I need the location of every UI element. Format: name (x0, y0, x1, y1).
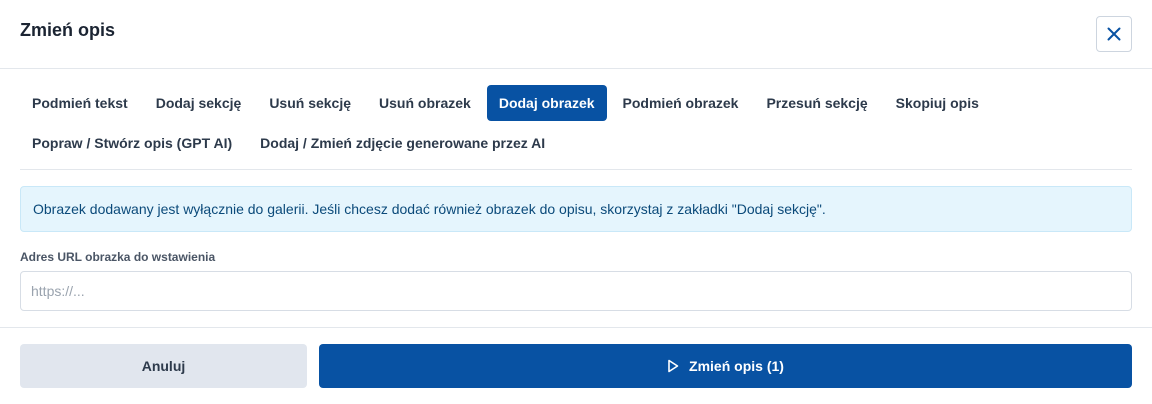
tabs-divider (20, 169, 1132, 170)
tab-row-2: Popraw / Stwórz opis (GPT AI) Dodaj / Zm… (20, 125, 1132, 161)
tab-add-image[interactable]: Dodaj obrazek (486, 85, 607, 121)
tab-replace-text[interactable]: Podmień tekst (20, 85, 140, 121)
tab-remove-section[interactable]: Usuń sekcję (257, 85, 363, 121)
tab-replace-image[interactable]: Podmień obrazek (611, 85, 751, 121)
cancel-button[interactable]: Anuluj (20, 344, 307, 388)
submit-label: Zmień opis (1) (689, 358, 784, 374)
close-icon (1107, 27, 1121, 41)
dialog-title: Zmień opis (20, 20, 116, 40)
tab-bar: Podmień tekst Dodaj sekcję Usuń sekcję U… (20, 85, 1132, 165)
change-description-dialog: Zmień opis Podmień tekst Dodaj sekcję Us… (0, 0, 1152, 404)
image-url-input[interactable] (20, 271, 1132, 311)
tab-row-1: Podmień tekst Dodaj sekcję Usuń sekcję U… (20, 85, 1132, 121)
tab-gpt-description[interactable]: Popraw / Stwórz opis (GPT AI) (20, 125, 244, 161)
submit-button[interactable]: Zmień opis (1) (319, 344, 1132, 388)
footer-divider (0, 327, 1152, 328)
info-alert: Obrazek dodawany jest wyłącznie do galer… (20, 186, 1132, 232)
tab-add-section[interactable]: Dodaj sekcję (144, 85, 254, 121)
tab-ai-image[interactable]: Dodaj / Zmień zdjęcie generowane przez A… (248, 125, 557, 161)
url-field-label: Adres URL obrazka do wstawienia (20, 250, 216, 264)
play-icon (667, 359, 679, 373)
info-message: Obrazek dodawany jest wyłącznie do galer… (33, 201, 826, 217)
tab-remove-image[interactable]: Usuń obrazek (367, 85, 483, 121)
tab-copy-description[interactable]: Skopiuj opis (884, 85, 991, 121)
tab-move-section[interactable]: Przesuń sekcję (754, 85, 879, 121)
cancel-label: Anuluj (141, 358, 186, 374)
close-button[interactable] (1096, 16, 1132, 52)
dialog-header: Zmień opis (0, 0, 1152, 69)
